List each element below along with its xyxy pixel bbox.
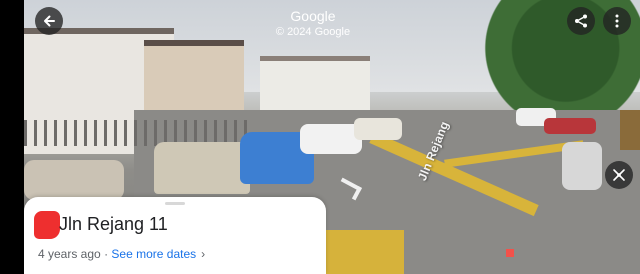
google-logo: Google	[290, 8, 336, 24]
share-button[interactable]	[567, 7, 595, 35]
more-options-button[interactable]	[603, 7, 631, 35]
back-button[interactable]	[35, 7, 63, 35]
location-info-card[interactable]: Jln Rejang 11 4 years ago · See more dat…	[24, 197, 326, 274]
red-marker	[506, 249, 514, 257]
parked-car	[154, 142, 250, 194]
capture-date-row: 4 years ago · See more dates ›	[38, 247, 205, 262]
chevron-right-icon: ›	[201, 247, 206, 261]
drag-handle[interactable]	[165, 202, 185, 205]
parked-car	[24, 160, 124, 200]
compass-icon	[611, 167, 627, 183]
google-watermark: Google © 2024 Google	[268, 8, 358, 39]
compass-button[interactable]	[605, 161, 633, 189]
road-marking	[324, 230, 404, 274]
see-more-dates-link[interactable]: See more dates	[111, 247, 196, 261]
arrow-left-icon	[41, 13, 57, 29]
copyright-text: © 2024 Google	[275, 26, 351, 38]
parked-car	[354, 118, 402, 140]
motorbike	[562, 142, 602, 190]
capture-age: 4 years ago	[38, 247, 101, 261]
place-title: Jln Rejang 11	[59, 214, 168, 234]
more-vertical-icon	[609, 13, 625, 29]
redaction-mark	[34, 211, 60, 239]
share-icon	[573, 13, 589, 29]
truck	[620, 110, 640, 150]
separator-dot: ·	[104, 247, 109, 261]
parked-car	[300, 124, 362, 154]
parked-car	[544, 118, 596, 134]
